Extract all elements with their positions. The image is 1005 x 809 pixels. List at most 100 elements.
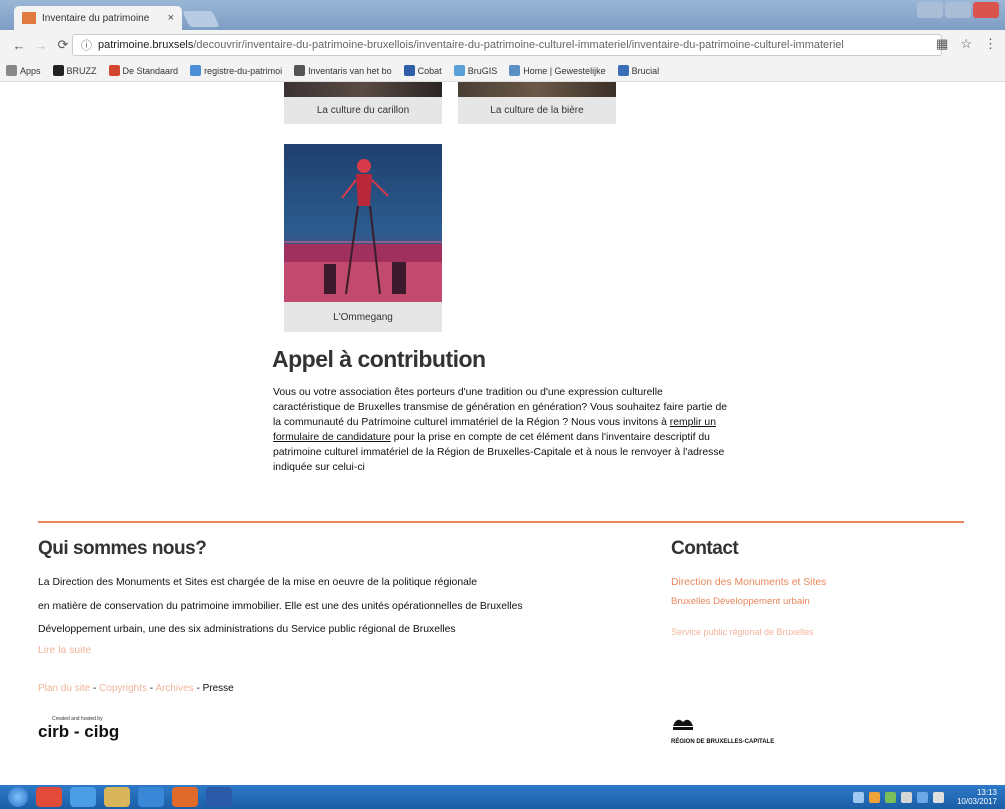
address-toolbar: ← → ⟳ ⓘ patrimoine.bruxsels /decouvrir/i… [0, 30, 1005, 60]
bookmark-star-icon[interactable]: ☆ [960, 36, 972, 52]
bookmark-label: BruGIS [467, 65, 498, 76]
bookmark-favicon-icon [6, 65, 17, 76]
menu-icon[interactable]: ⋮ [984, 36, 997, 52]
close-window-button[interactable] [973, 2, 999, 18]
about-line: en matière de conservation du patrimoine… [38, 601, 523, 612]
contribution-text: Vous ou votre association êtes porteurs … [273, 385, 733, 475]
bookmark-item[interactable]: Inventaris van het bo [294, 65, 392, 76]
contact-service-link[interactable]: Service public régional de Bruxelles [671, 627, 814, 637]
tab-title: Inventaire du patrimoine [42, 12, 150, 24]
back-arrow-icon[interactable]: ← [8, 38, 30, 53]
ie-icon[interactable] [70, 787, 96, 807]
read-more-link[interactable]: Lire la suite [38, 645, 91, 656]
explorer-icon[interactable] [104, 787, 130, 807]
ommegang-photo [284, 144, 442, 302]
bookmark-label: Home | Gewestelijke [523, 65, 606, 76]
clock-time: 13:13 [976, 788, 997, 797]
bookmark-favicon-icon [52, 65, 64, 76]
card-caption: La culture de la bière [490, 105, 584, 116]
footer-divider [38, 521, 964, 523]
copyrights-link[interactable]: Copyrights [99, 683, 147, 694]
contribution-text-start: Vous ou votre association êtes porteurs … [273, 387, 728, 428]
card-carillon[interactable]: La culture du carillon [284, 82, 442, 124]
contribution-title: Appel à contribution [272, 346, 486, 372]
card-biere[interactable]: La culture de la bière [458, 82, 616, 124]
card-caption: La culture du carillon [316, 105, 410, 116]
tray-icon[interactable] [884, 791, 896, 803]
tray-icon[interactable] [852, 791, 864, 803]
bookmark-label: Inventaris van het bo [308, 65, 392, 76]
volume-icon[interactable] [932, 791, 944, 803]
network-icon[interactable] [916, 791, 928, 803]
cirb-logo-text: cirb - cibg [38, 722, 120, 741]
url-host: patrimoine.bruxsels [98, 39, 194, 51]
card-caption: L'Ommegang [333, 312, 393, 323]
bookmark-favicon-icon [403, 65, 415, 76]
translate-icon[interactable]: ▦ [936, 36, 948, 52]
bookmark-favicon-icon [509, 65, 521, 76]
favicon-icon [22, 12, 36, 24]
url-bar[interactable]: ⓘ patrimoine.bruxsels /decouvrir/inventa… [72, 34, 942, 56]
iris-logo-icon [673, 719, 693, 730]
tray-icon[interactable] [868, 791, 880, 803]
region-logo[interactable]: RÉGION DE BRUXELLES-CAPITALE [671, 716, 774, 745]
contact-title: Contact [671, 538, 739, 559]
bookmark-item[interactable]: BruGIS [453, 65, 498, 76]
new-tab-button[interactable] [182, 11, 220, 27]
forward-arrow-icon[interactable]: → [30, 38, 52, 53]
tray-icon[interactable] [900, 791, 912, 803]
window-controls [917, 2, 999, 18]
presse-link[interactable]: Presse [203, 683, 234, 694]
bookmark-item[interactable]: Apps [6, 65, 41, 76]
bookmarks-bar: Apps BRUZZ De Standaard registre-du-patrimo… [0, 60, 1005, 82]
bookmark-favicon-icon [294, 65, 306, 76]
taskbar-clock[interactable]: 13:13 10/03/2017 [957, 788, 997, 806]
tab-close-icon[interactable]: × [168, 12, 174, 24]
sitemap-link[interactable]: Plan du site [38, 683, 90, 694]
url-path: /decouvrir/inventaire-du-patrimoine-brux… [193, 39, 844, 51]
media-player-icon[interactable] [138, 787, 164, 807]
link-separator: - [193, 683, 203, 694]
bookmark-label: BRUZZ [66, 65, 97, 76]
link-separator: - [90, 683, 100, 694]
about-line: Développement urbain, une des six admini… [38, 624, 456, 635]
bookmark-favicon-icon [190, 65, 202, 76]
bookmark-label: Brucial [631, 65, 660, 76]
start-button-icon[interactable] [8, 787, 28, 807]
bookmark-item[interactable]: registre-du-patrimoi [190, 65, 282, 76]
browser-tab[interactable]: Inventaire du patrimoine × [14, 6, 182, 30]
card-ommegang[interactable]: L'Ommegang [284, 144, 442, 332]
bookmark-item[interactable]: BRUZZ [52, 65, 97, 76]
bookmark-favicon-icon [453, 65, 465, 76]
chrome-icon[interactable] [36, 787, 62, 807]
contact-dms-link[interactable]: Direction des Monuments et Sites [671, 577, 826, 588]
bookmark-item[interactable]: De Standaard [108, 65, 179, 76]
browser-tab-bar: Inventaire du patrimoine × [0, 0, 1005, 30]
bookmark-item[interactable]: Home | Gewestelijke [509, 65, 606, 76]
cirb-logo[interactable]: Created and hosted by cirb - cibg [38, 716, 119, 742]
bookmark-item[interactable]: Cobat [403, 65, 442, 76]
card-image [284, 82, 442, 97]
reload-icon[interactable]: ⟳ [52, 37, 74, 53]
info-icon[interactable]: ⓘ [81, 37, 92, 53]
clock-date: 10/03/2017 [956, 797, 997, 806]
bookmark-favicon-icon [108, 65, 120, 76]
about-title: Qui sommes nous? [38, 538, 207, 559]
contact-bdu-link[interactable]: Bruxelles Développement urbain [671, 596, 810, 607]
archives-link[interactable]: Archives [155, 683, 193, 694]
about-line: La Direction des Monuments et Sites est … [38, 577, 477, 588]
system-tray: 13:13 10/03/2017 [852, 788, 997, 806]
card-image [458, 82, 616, 97]
office-icon[interactable] [172, 787, 198, 807]
minimize-button[interactable] [917, 2, 943, 18]
footer-links: Plan du site - Copyrights - Archives - P… [38, 683, 234, 694]
bookmark-label: Cobat [417, 65, 442, 76]
bookmark-item[interactable]: Brucial [617, 65, 660, 76]
bookmark-label: registre-du-patrimoi [204, 65, 283, 76]
bookmark-label: De Standaard [122, 65, 179, 76]
maximize-button[interactable] [945, 2, 971, 18]
bookmark-favicon-icon [617, 65, 629, 76]
bookmark-label: Apps [20, 65, 41, 76]
windows-taskbar: 13:13 10/03/2017 [0, 785, 1005, 809]
word-icon[interactable] [206, 787, 232, 807]
